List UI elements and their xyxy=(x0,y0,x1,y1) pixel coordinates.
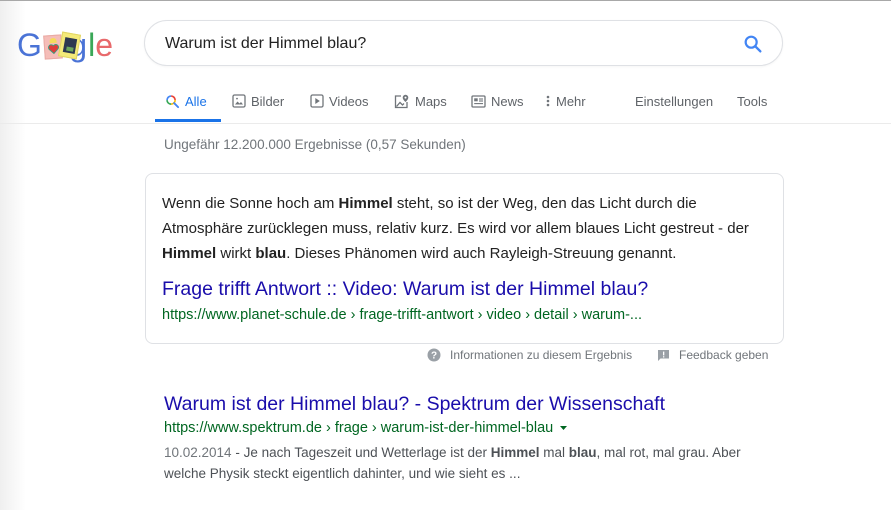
highlighted-term: Himmel xyxy=(490,445,540,460)
result-date: 10.02.2014 xyxy=(164,445,232,460)
play-icon xyxy=(310,94,324,108)
tab-label: Videos xyxy=(329,93,369,109)
tab-videos[interactable]: Videos xyxy=(310,91,369,111)
result-url: https://www.spektrum.de › frage › warum-… xyxy=(164,420,568,436)
active-tab-indicator xyxy=(155,119,221,122)
search-icon xyxy=(165,94,180,109)
text-fragment: . Dieses Phänomen wird auch Rayleigh-Str… xyxy=(286,245,677,262)
tab-label: News xyxy=(491,93,524,109)
text-fragment: - Je nach Tageszeit und Wetterlage ist d… xyxy=(231,445,491,460)
result-url-text: https://www.spektrum.de › frage › warum-… xyxy=(164,420,554,436)
image-icon xyxy=(232,94,246,108)
feedback-label: Feedback geben xyxy=(679,348,769,362)
tab-label: Bilder xyxy=(251,93,285,109)
svg-text:?: ? xyxy=(431,351,437,362)
tab-alle[interactable]: Alle xyxy=(165,91,207,111)
highlighted-term: Himmel xyxy=(162,245,217,262)
help-circle-icon: ? xyxy=(427,348,441,362)
tab-label: Maps xyxy=(415,93,447,109)
logo-letter-e: e xyxy=(95,27,113,63)
logo-letter-G: G xyxy=(17,27,42,63)
snippet-result-title-link[interactable]: Frage trifft Antwort :: Video: Warum ist… xyxy=(162,278,648,301)
feedback-link[interactable]: Feedback geben xyxy=(657,347,768,363)
window-top-border xyxy=(0,0,891,1)
logo-letter-l: l xyxy=(88,27,96,63)
tools-link[interactable]: Tools xyxy=(737,91,767,111)
text-fragment: wirkt xyxy=(216,245,256,262)
about-result-link[interactable]: ? Informationen zu diesem Ergebnis xyxy=(427,347,632,363)
result-description: 10.02.2014 - Je nach Tageszeit und Wette… xyxy=(164,442,774,484)
search-box xyxy=(144,20,783,66)
result-menu-caret-icon[interactable] xyxy=(559,425,568,431)
highlighted-term: blau xyxy=(255,245,287,262)
result-stats: Ungefähr 12.200.000 Ergebnisse (0,57 Sek… xyxy=(164,137,466,152)
tab-bilder[interactable]: Bilder xyxy=(232,91,284,111)
highlighted-term: Himmel xyxy=(338,195,393,212)
more-vert-icon xyxy=(546,94,550,108)
map-pin-icon xyxy=(394,94,410,109)
search-input[interactable] xyxy=(165,33,725,55)
google-doodle-logo[interactable]: G g l e xyxy=(17,27,113,61)
text-fragment: mal xyxy=(539,445,569,460)
tab-label: Alle xyxy=(185,93,207,109)
tab-news[interactable]: News xyxy=(471,91,524,111)
about-result-label: Informationen zu diesem Ergebnis xyxy=(450,348,633,362)
feedback-icon xyxy=(657,349,670,362)
left-edge-shadow xyxy=(0,1,26,510)
text-fragment: Wenn die Sonne hoch am xyxy=(162,195,339,212)
search-tabs: Alle Bilder Videos Maps News Mehr Einste… xyxy=(0,84,891,124)
tab-maps[interactable]: Maps xyxy=(394,91,447,111)
tab-label: Mehr xyxy=(556,93,586,109)
tab-mehr[interactable]: Mehr xyxy=(546,91,586,111)
result-title-link[interactable]: Warum ist der Himmel blau? - Spektrum de… xyxy=(164,393,665,416)
settings-link[interactable]: Einstellungen xyxy=(635,91,713,111)
featured-snippet: Wenn die Sonne hoch am Himmel steht, so … xyxy=(145,173,784,344)
highlighted-term: blau xyxy=(568,445,597,460)
newspaper-icon xyxy=(471,94,486,108)
snippet-text: Wenn die Sonne hoch am Himmel steht, so … xyxy=(162,191,772,266)
doodle-cards xyxy=(43,31,81,61)
search-button[interactable] xyxy=(742,33,764,55)
snippet-result-url: https://www.planet-schule.de › frage-tri… xyxy=(162,307,643,323)
search-icon xyxy=(744,35,762,53)
